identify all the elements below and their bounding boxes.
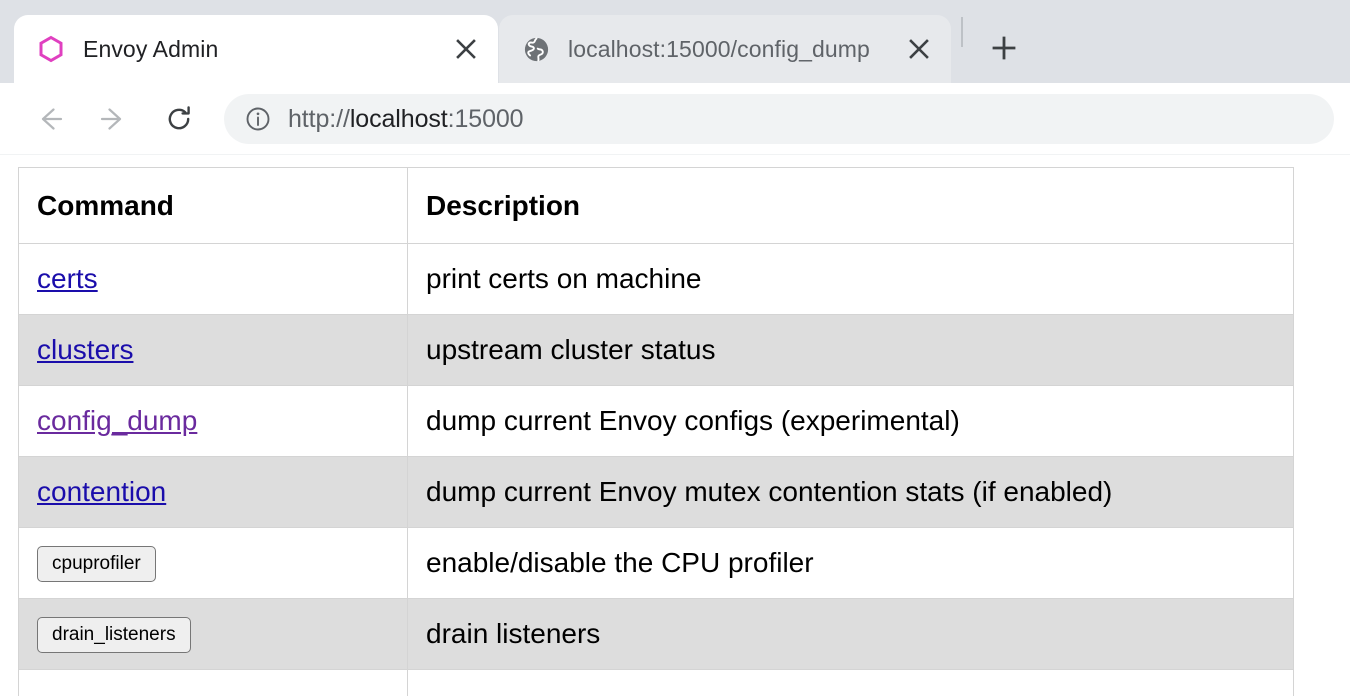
cell-command: clusters <box>19 315 408 386</box>
cell-description: print certs on machine <box>408 244 1294 315</box>
url-port: :15000 <box>448 105 524 133</box>
globe-icon <box>521 34 551 64</box>
address-bar-text: http://localhost:15000 <box>288 104 524 134</box>
command-button-cpuprofiler[interactable]: cpuprofiler <box>37 546 156 582</box>
tab-strip: Envoy Admin localhost:15000/config_dump <box>0 0 1350 83</box>
browser-window: Envoy Admin localhost:15000/config_dump <box>0 0 1350 696</box>
tab-envoy-admin[interactable]: Envoy Admin <box>14 15 498 83</box>
table-row <box>19 670 1294 696</box>
table-row: certs print certs on machine <box>19 244 1294 315</box>
command-link-clusters[interactable]: clusters <box>37 334 133 365</box>
command-link-contention[interactable]: contention <box>37 476 166 507</box>
cell-command <box>19 670 408 696</box>
table-header-row: Command Description <box>19 168 1294 244</box>
tab-close-icon[interactable] <box>446 29 486 69</box>
command-button-drain-listeners[interactable]: drain_listeners <box>37 617 191 653</box>
table-row: drain_listeners drain listeners <box>19 599 1294 670</box>
browser-toolbar: http://localhost:15000 <box>0 83 1350 155</box>
reload-icon <box>164 104 194 134</box>
info-circle-icon[interactable] <box>244 105 272 133</box>
cell-description: dump current Envoy mutex contention stat… <box>408 457 1294 528</box>
command-link-config-dump[interactable]: config_dump <box>37 405 197 436</box>
cell-description: drain listeners <box>408 599 1294 670</box>
tab-separator <box>961 17 963 47</box>
table-body: certs print certs on machine clusters up… <box>19 244 1294 696</box>
reload-button[interactable] <box>156 96 202 142</box>
cell-command: certs <box>19 244 408 315</box>
table-row: contention dump current Envoy mutex cont… <box>19 457 1294 528</box>
command-link-certs[interactable]: certs <box>37 263 98 294</box>
tab-config-dump[interactable]: localhost:15000/config_dump <box>499 15 951 83</box>
column-header-command: Command <box>19 168 408 244</box>
cell-command: contention <box>19 457 408 528</box>
column-header-description: Description <box>408 168 1294 244</box>
cell-command: cpuprofiler <box>19 528 408 599</box>
plus-icon <box>991 35 1017 61</box>
arrow-left-icon <box>34 104 64 134</box>
cell-description: enable/disable the CPU profiler <box>408 528 1294 599</box>
tab-title: Envoy Admin <box>83 34 446 64</box>
cell-description: dump current Envoy configs (experimental… <box>408 386 1294 457</box>
back-button[interactable] <box>26 96 72 142</box>
envoy-hexagon-icon <box>36 34 66 64</box>
tab-title: localhost:15000/config_dump <box>568 34 899 64</box>
cell-description <box>408 670 1294 696</box>
cell-command: drain_listeners <box>19 599 408 670</box>
table-head: Command Description <box>19 168 1294 244</box>
table-row: cpuprofiler enable/disable the CPU profi… <box>19 528 1294 599</box>
admin-commands-table: Command Description certs print certs on… <box>18 167 1294 696</box>
cell-description: upstream cluster status <box>408 315 1294 386</box>
forward-button[interactable] <box>91 96 137 142</box>
url-scheme: http:// <box>288 105 350 133</box>
tab-close-icon[interactable] <box>899 29 939 69</box>
arrow-right-icon <box>99 104 129 134</box>
address-bar[interactable]: http://localhost:15000 <box>224 94 1334 144</box>
new-tab-button[interactable] <box>979 23 1029 73</box>
cell-command: config_dump <box>19 386 408 457</box>
url-host: localhost <box>350 105 448 133</box>
table-row: config_dump dump current Envoy configs (… <box>19 386 1294 457</box>
page-content: Command Description certs print certs on… <box>0 155 1350 696</box>
table-row: clusters upstream cluster status <box>19 315 1294 386</box>
